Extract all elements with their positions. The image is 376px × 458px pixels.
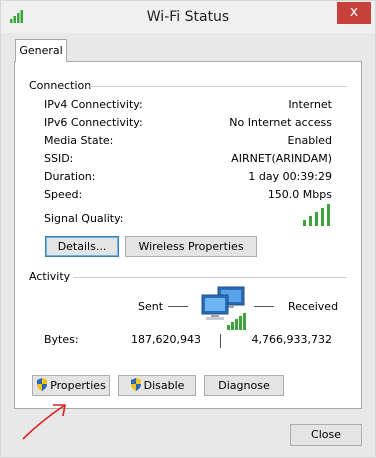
ssid-label: SSID: (44, 152, 74, 165)
signal-quality-label: Signal Quality: (44, 212, 124, 225)
ipv4-label: IPv4 Connectivity: (44, 98, 143, 111)
bytes-divider (220, 334, 221, 348)
details-button[interactable]: Details... (45, 236, 119, 257)
activity-divider (73, 277, 347, 278)
sent-label: Sent (138, 300, 164, 313)
connection-divider (89, 86, 347, 87)
sent-line (168, 306, 188, 307)
bytes-sent-value: 187,620,943 (131, 333, 201, 346)
ssid-value: AIRNET(ARINDAM) (231, 152, 332, 165)
bytes-label: Bytes: (44, 333, 79, 346)
bytes-received-value: 4,766,933,732 (251, 333, 332, 346)
duration-value: 1 day 00:39:29 (248, 170, 332, 183)
annotation-arrow (22, 404, 66, 440)
speed-label: Speed: (44, 188, 83, 201)
network-computers-icon (201, 286, 246, 330)
media-state-value: Enabled (287, 134, 332, 147)
uac-shield-icon (130, 378, 141, 391)
disable-button-label: Disable (143, 379, 185, 392)
uac-shield-icon (37, 378, 48, 391)
disable-button[interactable]: Disable (118, 375, 196, 396)
received-line (254, 306, 274, 307)
diagnose-button[interactable]: Diagnose (204, 375, 284, 396)
media-state-label: Media State: (44, 134, 114, 147)
received-label: Received (288, 300, 339, 313)
signal-bar (315, 212, 318, 226)
signal-bar (309, 216, 312, 226)
signal-bar (327, 204, 330, 226)
signal-quality-icon (303, 204, 335, 226)
ipv4-value: Internet (288, 98, 332, 111)
properties-button[interactable]: Properties (32, 375, 110, 396)
wifi-status-window: Wi-Fi Status x General Connection IPv4 C… (0, 0, 376, 458)
close-button[interactable]: Close (290, 424, 362, 446)
signal-bar (303, 220, 306, 226)
tab-general[interactable]: General (15, 39, 67, 62)
activity-heading: Activity (29, 270, 71, 283)
duration-label: Duration: (44, 170, 96, 183)
window-title: Wi-Fi Status (146, 9, 230, 25)
ipv6-value: No Internet access (229, 116, 332, 129)
connection-heading: Connection (29, 79, 92, 92)
ipv6-label: IPv6 Connectivity: (44, 116, 143, 129)
title-bar[interactable]: Wi-Fi Status x (1, 1, 375, 33)
signal-bar (321, 208, 324, 226)
speed-value: 150.0 Mbps (267, 188, 332, 201)
close-icon[interactable]: x (337, 2, 371, 24)
general-panel (14, 61, 362, 409)
wireless-properties-button[interactable]: Wireless Properties (125, 236, 257, 257)
properties-button-label: Properties (50, 379, 106, 392)
